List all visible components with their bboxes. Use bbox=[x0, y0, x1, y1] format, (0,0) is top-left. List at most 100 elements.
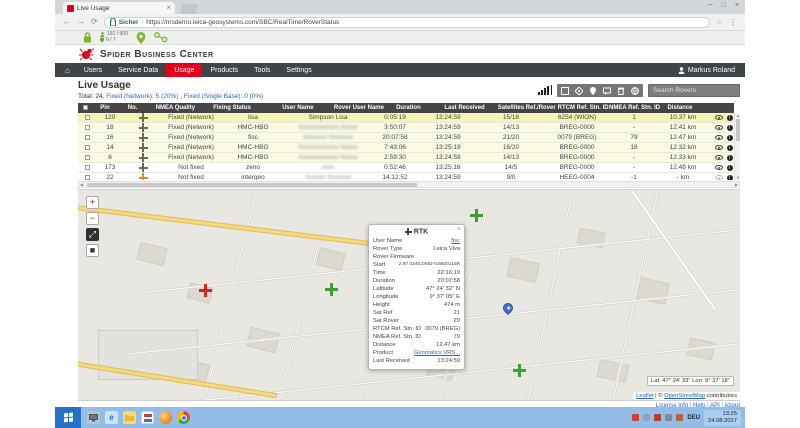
rover-marker-green[interactable] bbox=[470, 209, 483, 222]
view-on-map-eye-icon[interactable] bbox=[715, 165, 723, 170]
leaflet-map[interactable]: + − ⤢ ■ × RTK User NamefiscRover TypeLei… bbox=[78, 189, 740, 401]
rover-marker-green[interactable] bbox=[325, 283, 338, 296]
column-header-nmea-quality[interactable]: NMEA Quality bbox=[148, 103, 202, 113]
map-pin-button-icon[interactable] bbox=[136, 32, 146, 44]
search-input[interactable] bbox=[648, 84, 740, 97]
tray-audio-icon[interactable] bbox=[676, 414, 683, 421]
view-on-map-eye-icon[interactable] bbox=[715, 135, 723, 140]
message-icon[interactable] bbox=[603, 87, 611, 95]
table-row[interactable]: 16Fixed (Network)fiscXxxxxxx Xxxxxxx20:0… bbox=[78, 133, 740, 143]
tab-close-icon[interactable]: × bbox=[166, 4, 171, 12]
bookmark-star-icon[interactable]: ☆ bbox=[716, 18, 723, 27]
internet-explorer-icon[interactable]: e bbox=[105, 411, 118, 424]
column-header-fixing-status[interactable]: Fixing Status bbox=[202, 103, 262, 113]
row-checkbox[interactable] bbox=[85, 125, 90, 130]
table-row[interactable]: 18Fixed (Network)HMC-HBGXxxxxxxxxxxx Xxx… bbox=[78, 123, 740, 133]
details-info-icon[interactable]: i bbox=[727, 125, 733, 131]
browser-menu-icon[interactable]: ⋮ bbox=[729, 18, 737, 27]
tray-flag-icon[interactable] bbox=[643, 414, 650, 421]
pin-cell[interactable] bbox=[78, 113, 96, 123]
folder-icon[interactable] bbox=[123, 411, 136, 424]
table-vertical-scrollbar[interactable]: ▲▼ bbox=[734, 113, 740, 180]
table-row[interactable]: 14Fixed (Network)HMC-HBGXxxxxxxxxxxx Xxx… bbox=[78, 143, 740, 153]
row-checkbox[interactable] bbox=[85, 155, 90, 160]
tray-app-icon[interactable] bbox=[632, 414, 639, 421]
view-on-map-eye-icon[interactable] bbox=[715, 145, 723, 150]
table-horizontal-scrollbar[interactable]: ◀▶ bbox=[78, 181, 740, 188]
column-header-satellites-ref-rover[interactable]: Satellites Ref./Rover bbox=[496, 103, 557, 113]
table-row[interactable]: 6Fixed (Network)HMC-HBGXxxxxxxxxxxx Xxxx… bbox=[78, 153, 740, 163]
rover-marker-red[interactable] bbox=[199, 284, 212, 297]
editor-app-icon[interactable] bbox=[141, 411, 154, 424]
column-header-rtcm-ref-stn-id[interactable]: RTCM Ref. Stn. ID bbox=[557, 103, 609, 113]
details-info-icon[interactable]: i bbox=[727, 145, 733, 151]
pin-icon[interactable] bbox=[589, 87, 597, 95]
account-menu[interactable]: Markus Roland bbox=[678, 67, 735, 74]
chrome-icon[interactable] bbox=[177, 411, 190, 424]
select-all-checkbox[interactable] bbox=[83, 105, 88, 110]
minimize-icon[interactable]: ─ bbox=[708, 2, 713, 9]
target-icon[interactable] bbox=[575, 87, 583, 95]
row-checkbox[interactable] bbox=[85, 145, 90, 150]
browser-tab[interactable]: Live Usage × bbox=[63, 2, 175, 14]
column-header-duration[interactable]: Duration bbox=[384, 103, 433, 113]
row-checkbox[interactable] bbox=[85, 135, 90, 140]
tray-security-icon[interactable] bbox=[654, 414, 661, 421]
desktop-app-icon[interactable] bbox=[87, 411, 100, 424]
view-on-map-eye-icon[interactable] bbox=[715, 125, 723, 130]
column-header-distance[interactable]: Distance bbox=[660, 103, 700, 113]
address-bar[interactable]: Sicher | https://nrsdemo.leica-geosystem… bbox=[104, 17, 710, 28]
view-on-map-eye-icon[interactable] bbox=[715, 115, 723, 120]
popup-close-icon[interactable]: × bbox=[457, 226, 461, 233]
table-row[interactable]: 22Not fixedintergeoXxxxxx Xxxxxxx14:12:5… bbox=[78, 173, 740, 181]
tray-shield-icon[interactable] bbox=[665, 414, 672, 421]
column-header-last-received[interactable]: Last Received bbox=[433, 103, 496, 113]
table-row[interactable]: 173Not fixedzenoxxxx0:52:4613:25:1614/5B… bbox=[78, 163, 740, 173]
details-info-icon[interactable]: i bbox=[727, 165, 733, 171]
firefox-icon[interactable] bbox=[159, 411, 172, 424]
maximize-icon[interactable]: □ bbox=[722, 2, 726, 9]
forward-icon[interactable]: → bbox=[77, 17, 85, 27]
details-info-icon[interactable]: i bbox=[727, 135, 733, 141]
network-status-icon[interactable] bbox=[154, 32, 168, 43]
nav-item-users[interactable]: Users bbox=[76, 63, 110, 77]
nav-item-tools[interactable]: Tools bbox=[246, 63, 278, 77]
view-on-map-eye-icon[interactable] bbox=[715, 155, 723, 160]
view-on-map-eye-icon[interactable] bbox=[715, 175, 723, 180]
trash-icon[interactable] bbox=[617, 87, 625, 95]
column-header-rover-user-name[interactable]: Rover User Name bbox=[334, 103, 384, 113]
row-checkbox[interactable] bbox=[85, 115, 90, 120]
column-header-pin[interactable]: Pin bbox=[93, 103, 117, 113]
pin-cell[interactable] bbox=[78, 123, 96, 133]
back-icon[interactable]: ← bbox=[63, 17, 71, 27]
pin-cell[interactable] bbox=[78, 143, 96, 153]
column-header-no-[interactable]: No. bbox=[117, 103, 149, 113]
pin-cell[interactable] bbox=[78, 153, 96, 163]
row-checkbox[interactable] bbox=[85, 165, 90, 170]
extent-button[interactable]: ■ bbox=[86, 244, 99, 257]
zoom-out-button[interactable]: − bbox=[86, 212, 99, 225]
nav-item-service-data[interactable]: Service Data bbox=[110, 63, 166, 77]
details-info-icon[interactable]: i bbox=[727, 115, 733, 121]
fullscreen-button[interactable]: ⤢ bbox=[86, 228, 99, 241]
details-info-icon[interactable]: i bbox=[727, 175, 733, 181]
column-header-nmea-ref-stn-id[interactable]: NMEA Ref. Stn. ID bbox=[609, 103, 660, 113]
taskbar-clock[interactable]: 13:25 24.08.2017 bbox=[704, 410, 741, 426]
start-button[interactable] bbox=[55, 407, 81, 428]
close-icon[interactable]: × bbox=[735, 2, 739, 9]
table-row[interactable]: 120Fixed (Network)lisaSimpson Lisa0:05:1… bbox=[78, 113, 740, 123]
table-icon[interactable] bbox=[561, 87, 569, 95]
leaflet-link[interactable]: Leaflet bbox=[636, 393, 653, 399]
home-icon[interactable]: ⌂ bbox=[65, 66, 70, 75]
zoom-in-button[interactable]: + bbox=[86, 196, 99, 209]
details-info-icon[interactable]: i bbox=[727, 155, 733, 161]
column-header-user-name[interactable]: User Name bbox=[262, 103, 334, 113]
row-checkbox[interactable] bbox=[85, 175, 90, 180]
nav-item-usage[interactable]: Usage bbox=[166, 63, 202, 77]
language-indicator[interactable]: DEU bbox=[687, 415, 700, 421]
pin-cell[interactable] bbox=[78, 173, 96, 181]
pin-cell[interactable] bbox=[78, 163, 96, 173]
nav-item-settings[interactable]: Settings bbox=[278, 63, 319, 77]
rover-marker-green[interactable] bbox=[513, 364, 526, 377]
osm-link[interactable]: OpenStreetMap bbox=[664, 393, 705, 399]
